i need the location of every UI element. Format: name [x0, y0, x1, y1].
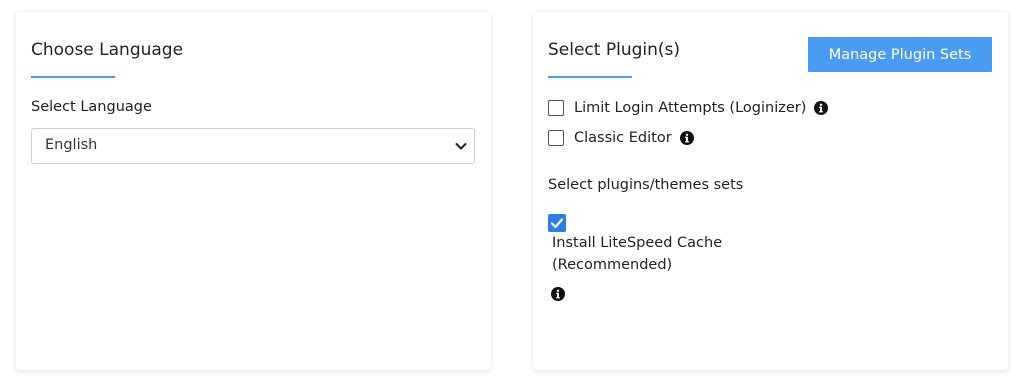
litespeed-label-line1: Install LiteSpeed Cache [552, 235, 723, 251]
classic-editor-label: Classic Editor [574, 130, 672, 146]
litespeed-label: Install LiteSpeed Cache (Recommended) [552, 232, 782, 276]
plugin-panel: Select Plugin(s) Manage Plugin Sets Limi… [533, 12, 1008, 370]
language-panel-title: Choose Language [31, 40, 184, 60]
classic-editor-checkbox[interactable] [548, 130, 564, 146]
info-icon[interactable] [551, 287, 565, 301]
language-panel: Choose Language Select Language English [16, 12, 491, 370]
chevron-down-icon [455, 143, 467, 150]
info-icon[interactable] [679, 131, 694, 145]
title-underline [31, 76, 115, 78]
language-select[interactable]: English [31, 128, 475, 164]
title-underline [548, 76, 632, 78]
litespeed-label-line2: (Recommended) [552, 257, 673, 273]
plugin-panel-title: Select Plugin(s) [548, 40, 681, 60]
manage-plugin-sets-button[interactable]: Manage Plugin Sets [808, 37, 992, 72]
select-language-label: Select Language [31, 99, 152, 115]
info-icon[interactable] [814, 101, 829, 115]
loginizer-label: Limit Login Attempts (Loginizer) [574, 100, 807, 116]
litespeed-checkbox[interactable] [548, 214, 566, 232]
plugin-option-classic-editor[interactable]: Classic Editor [548, 128, 694, 148]
loginizer-checkbox[interactable] [548, 100, 564, 116]
language-select-value: English [45, 137, 98, 153]
plugin-sets-label: Select plugins/themes sets [548, 177, 744, 193]
plugin-option-loginizer[interactable]: Limit Login Attempts (Loginizer) [548, 98, 829, 118]
